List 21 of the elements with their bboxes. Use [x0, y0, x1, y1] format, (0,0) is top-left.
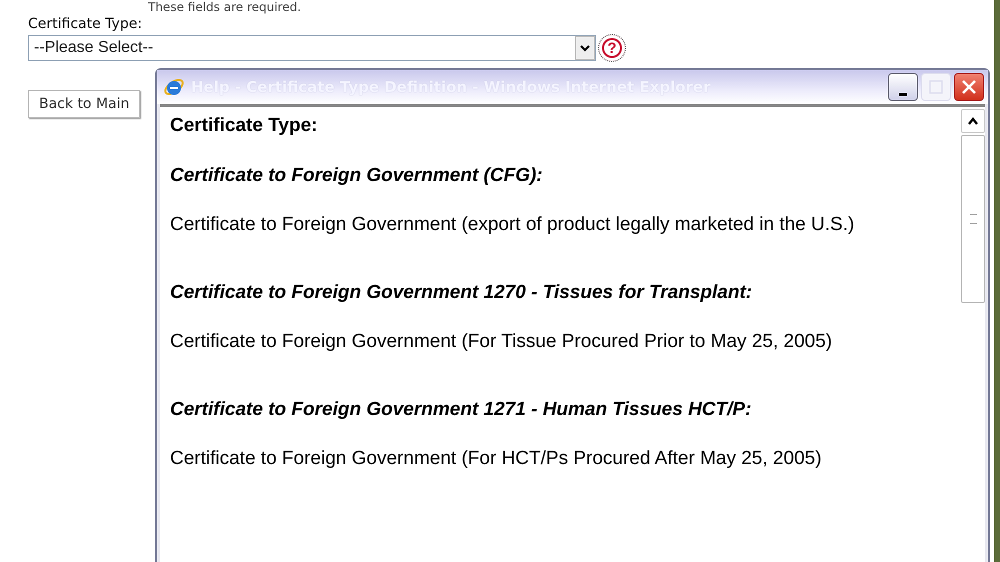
term-title: Certificate to Foreign Government 1270 - Tissues for Transplant: [170, 282, 754, 304]
minimize-button[interactable] [888, 73, 918, 101]
term-description: Certificate to Foreign Government (For Tissue Procured Prior to May 25, 2005) [170, 331, 834, 353]
caret-icon [575, 36, 595, 60]
minimize-icon [899, 93, 907, 96]
help-button[interactable]: ? [598, 34, 626, 62]
up-caret-icon [967, 116, 979, 126]
term-title: Certificate to Foreign Government 1271 - Human Tissues HCT/P: [170, 399, 752, 421]
term-description: Certificate to Foreign Government (For HCT/Ps Procured After May 25, 2005) [170, 448, 823, 470]
help-heading: Certificate Type: [170, 115, 318, 137]
required-note: These fields are required. [147, 0, 302, 14]
certificate-type-dropdown[interactable]: --Please Select-- [28, 35, 596, 61]
back-to-main-button[interactable]: Back to Main [28, 90, 140, 118]
term-description: Certificate to Foreign Government (export of product legally marketed in the U.S.) [170, 214, 856, 236]
term-title: Certificate to Foreign Government (CFG): [170, 165, 544, 187]
close-button[interactable] [954, 73, 984, 101]
scroll-up-button[interactable] [961, 109, 985, 133]
scroll-thumb[interactable] [961, 135, 985, 303]
close-icon [961, 79, 977, 95]
field-label: Certificate Type: [28, 16, 144, 32]
browser-logo-icon [163, 76, 185, 98]
